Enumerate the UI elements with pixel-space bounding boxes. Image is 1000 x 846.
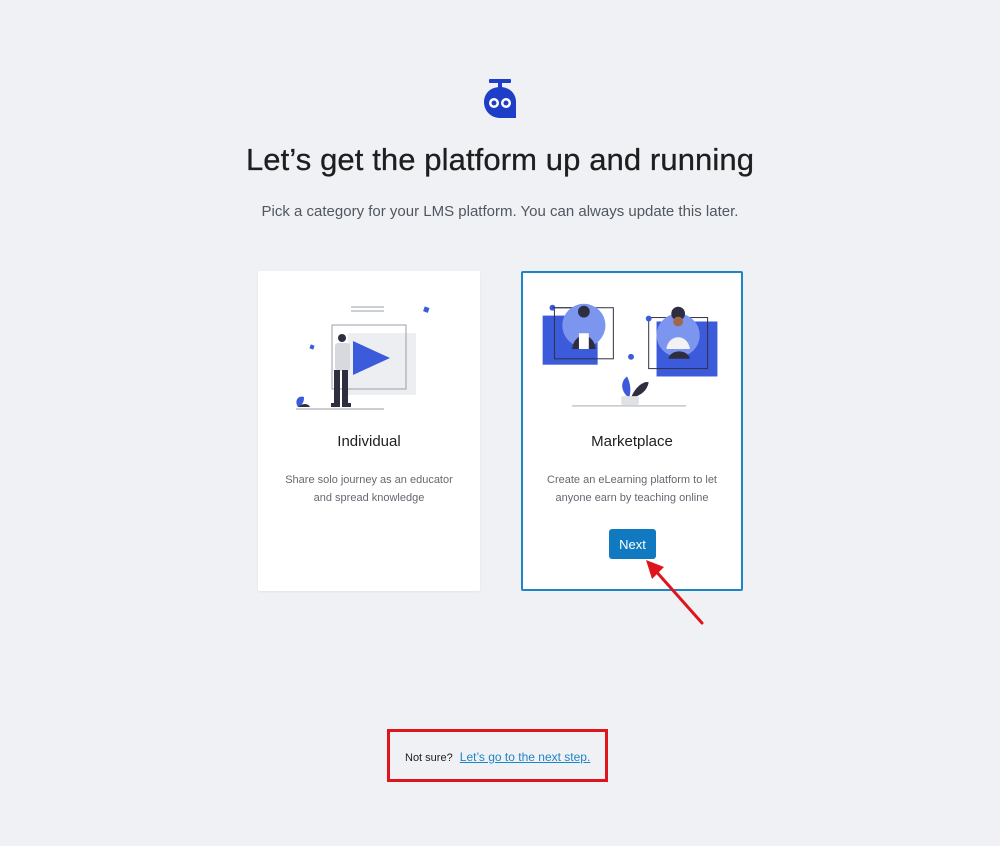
category-card-individual[interactable]: Individual Share solo journey as an educ… <box>258 271 480 591</box>
footer-prefix: Not sure? <box>405 752 453 764</box>
card-description: Create an eLearning platform to let anyo… <box>547 474 717 504</box>
page-subtitle: Pick a category for your LMS platform. Y… <box>261 203 739 220</box>
card-title: Individual <box>337 433 401 450</box>
red-arrow-icon <box>646 560 704 625</box>
card-description: Share solo journey as an educator and sp… <box>285 474 453 504</box>
skip-link[interactable]: Let’s go to the next step. <box>460 750 591 764</box>
page-title: Let’s get the platform up and running <box>245 142 755 177</box>
marketplace-illustration <box>542 303 718 407</box>
robot-head-logo-icon <box>484 79 516 118</box>
individual-illustration <box>296 306 430 410</box>
category-card-marketplace[interactable]: Marketplace Create an eLearning platform… <box>521 271 743 591</box>
card-title: Marketplace <box>591 433 673 450</box>
footer-skip: Not sure? Let’s go to the next step. <box>405 750 590 764</box>
